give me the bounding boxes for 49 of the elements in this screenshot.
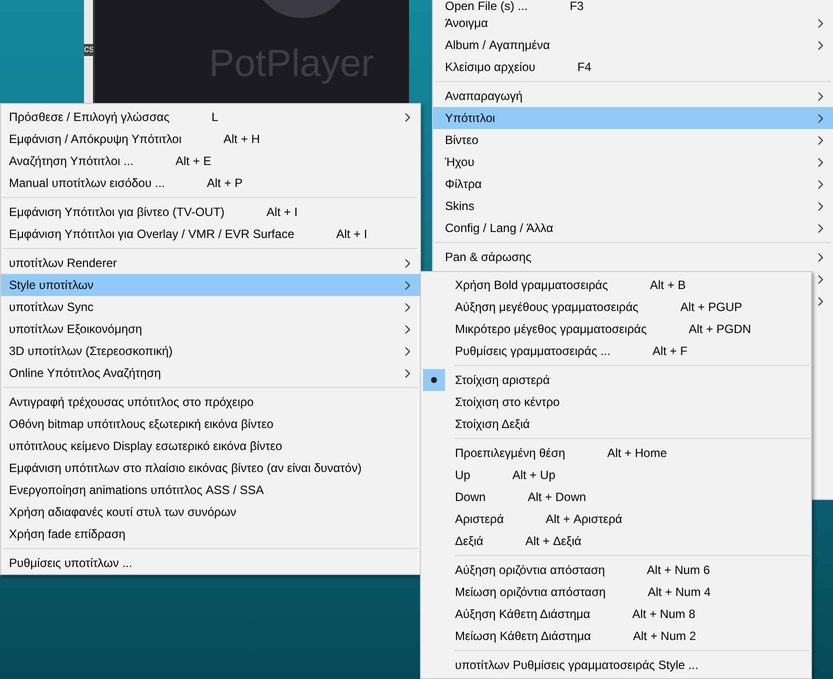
menu-item[interactable]: υποτίτλων Sync: [1, 296, 420, 318]
menu-item[interactable]: υποτίτλων Εξοικονόμηση: [1, 318, 420, 340]
menu-item[interactable]: Προεπιλεγμένη θέση Alt + Home: [421, 442, 811, 464]
menu-item[interactable]: Skins: [433, 195, 833, 217]
menu-item[interactable]: Εμφάνιση Υπότιτλοι για βίντεο (TV-OUT) Alt + I: [1, 201, 420, 223]
menu-item[interactable]: Μείωση οριζόντια απόσταση Alt + Num 4: [421, 581, 811, 603]
menu-item[interactable]: Manual υποτίτλων εισόδου ... Alt + P: [1, 172, 420, 194]
menu-item[interactable]: Άνοιγμα: [433, 12, 833, 34]
menu-item[interactable]: Αύξηση Κάθετη Διάστημα Alt + Num 8: [421, 603, 811, 625]
menu-item[interactable]: Ήχου: [433, 151, 833, 173]
menu-item[interactable]: Φίλτρα: [433, 173, 833, 195]
menu-item[interactable]: Αύξηση μεγέθους γραμματοσειράς Alt + PGUP: [421, 296, 811, 318]
menu-item[interactable]: Βίντεο: [433, 129, 833, 151]
menu-item[interactable]: Config / Lang / Άλλα: [433, 217, 833, 239]
menu-item[interactable]: Online Υπότιτλος Αναζήτηση: [1, 362, 420, 384]
menu-item[interactable]: Υπότιτλοι: [433, 107, 833, 129]
menu-item[interactable]: Χρήση Bold γραμματοσειράς Alt + B: [421, 274, 811, 296]
menu-item[interactable]: Δεξιά Alt + Δεξιά: [421, 530, 811, 552]
menu-item[interactable]: Αντιγραφή τρέχουσας υπότιτλος στο πρόχειρο: [1, 391, 420, 413]
menu-item[interactable]: Αναπαραγωγή: [433, 85, 833, 107]
menu-item[interactable]: Album / Αγαπημένα: [433, 34, 833, 56]
menu-item[interactable]: Αύξηση οριζόντια απόσταση Alt + Num 6: [421, 559, 811, 581]
menu-item[interactable]: Στοίχιση Δεξιά: [421, 413, 811, 435]
menu-item[interactable]: υποτίτλων Ρυθμίσεις γραμματοσειράς Style ...: [421, 654, 811, 676]
menu-item[interactable]: Αναζήτηση Υπότιτλοι ... Alt + E: [1, 150, 420, 172]
menu-item[interactable]: Στοίχιση αριστερά: [421, 369, 811, 391]
menu-item[interactable]: Ενεργοποίηση animations υπότιτλος ASS / SSA: [1, 479, 420, 501]
menu-item[interactable]: Down Alt + Down: [421, 486, 811, 508]
menu-item[interactable]: Μείωση Κάθετη Διάστημα Alt + Num 2: [421, 625, 811, 647]
menu-item[interactable]: Up Alt + Up: [421, 464, 811, 486]
menu-item[interactable]: Κλείσιμο αρχείου F4: [433, 56, 833, 78]
menu-item[interactable]: Εμφάνιση υπότιτλων στο πλαίσιο εικόνας βίντεο (αν είναι δυνατόν): [1, 457, 420, 479]
menu-item[interactable]: 3D υποτίτλων (Στερεοσκοπική): [1, 340, 420, 362]
menu-item[interactable]: Ρυθμίσεις υποτίτλων ...: [1, 552, 420, 574]
menu-item[interactable]: Χρήση fade επίδραση: [1, 523, 420, 545]
menu-item[interactable]: Εμφάνιση Υπότιτλοι για Overlay / VMR / EVR Surface Alt + I: [1, 223, 420, 245]
menu-item[interactable]: Open File (s) ... F3: [433, 0, 833, 12]
menu-item[interactable]: Χρήση αδιαφανές κουτί στυλ των συνόρων: [1, 501, 420, 523]
menu-item[interactable]: Style υποτίτλων: [1, 274, 420, 296]
menu-item[interactable]: Οθόνη bitmap υπότιτλους εξωτερική εικόνα βίντεο: [1, 413, 420, 435]
menu-item[interactable]: Εμφάνιση / Απόκρυψη Υπότιτλοι Alt + H: [1, 128, 420, 150]
menu-item[interactable]: Πρόσθεσε / Επιλογή γλώσσας L: [1, 106, 420, 128]
menu-item[interactable]: Στοίχιση στο κέντρο: [421, 391, 811, 413]
menu-item[interactable]: Μικρότερο μέγεθος γραμματοσειράς Alt + PGDN: [421, 318, 811, 340]
menu-item[interactable]: Ρυθμίσεις γραμματοσειράς ... Alt + F: [421, 340, 811, 362]
menu-item[interactable]: υποτίτλων Renderer: [1, 252, 420, 274]
menu-item[interactable]: Αριστερά Alt + Αριστερά: [421, 508, 811, 530]
menu-item[interactable]: υπότιτλους κείμενο Display εσωτερικό εικόνα βίντεο: [1, 435, 420, 457]
menu-item[interactable]: Pan & σάρωσης: [433, 246, 833, 268]
